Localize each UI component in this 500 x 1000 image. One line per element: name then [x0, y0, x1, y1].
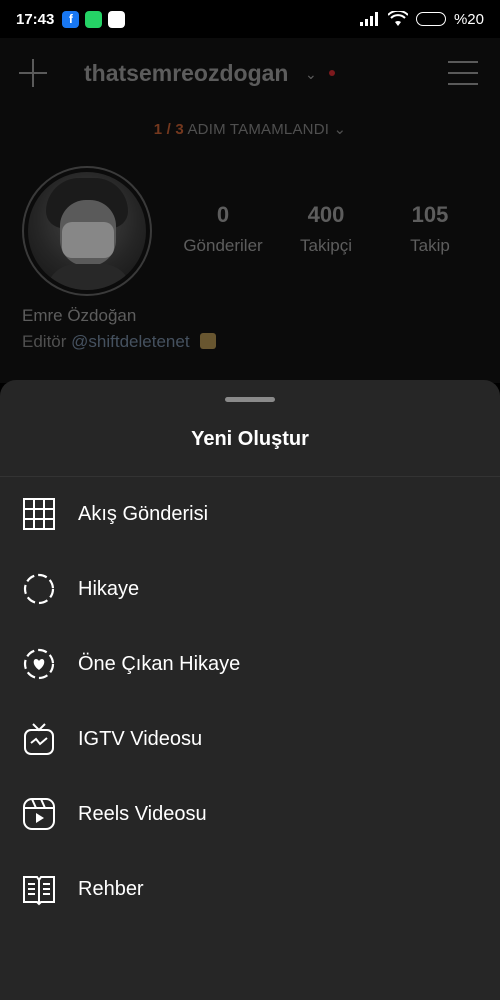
option-highlight[interactable]: Öne Çıkan Hikaye	[0, 634, 500, 694]
steps-label: ADIM TAMAMLANDI	[187, 121, 330, 138]
option-label: Hikaye	[78, 577, 140, 600]
battery-level: %20	[453, 10, 484, 28]
profile-bio: Editör @shiftdeletenet	[22, 332, 217, 352]
stat-posts-value: 0	[216, 202, 230, 227]
avatar-photo	[28, 172, 146, 290]
stat-followers-value: 400	[307, 202, 345, 227]
steps-progress[interactable]: 1 / 3 ADIM TAMAMLANDI ⌄	[0, 120, 500, 138]
option-label: Akış Gönderisi	[78, 502, 209, 525]
hamburger-menu-icon[interactable]	[448, 60, 478, 86]
stat-followers[interactable]: 400 Takipçi	[271, 202, 381, 256]
profile-screen: thatsemreozdogan ⌄ 1 / 3 ADIM TAMAMLANDI…	[0, 38, 500, 383]
status-time: 17:43	[16, 10, 55, 28]
highlight-icon	[22, 647, 56, 681]
create-new-sheet: Yeni Oluştur Akış Gönderisi Hikaye Öne Ç…	[0, 380, 500, 1000]
option-label: Öne Çıkan Hikaye	[78, 652, 241, 675]
stat-followers-label: Takipçi	[300, 236, 352, 255]
wifi-icon	[387, 11, 408, 26]
option-label: Reels Videosu	[78, 802, 207, 825]
stat-posts[interactable]: 0 Gönderiler	[168, 202, 278, 256]
avatar[interactable]	[22, 166, 152, 296]
status-bar: 17:43 f %20	[0, 0, 500, 38]
technologist-emoji-icon	[200, 333, 217, 349]
chevron-down-icon: ⌄	[333, 121, 347, 138]
whatsapp-notification-icon	[85, 10, 103, 28]
guide-icon	[22, 872, 56, 906]
option-reels[interactable]: Reels Videosu	[0, 784, 500, 844]
bio-text: Editör	[22, 332, 67, 351]
stat-following-label: Takip	[410, 236, 450, 255]
app-notification-icon	[108, 10, 126, 28]
divider	[0, 476, 500, 477]
option-label: Rehber	[78, 877, 144, 900]
bio-handle-link[interactable]: @shiftdeletenet	[71, 332, 189, 351]
option-label: IGTV Videosu	[78, 727, 203, 750]
steps-count: 1 / 3	[153, 121, 184, 138]
option-guide[interactable]: Rehber	[0, 859, 500, 919]
stat-following-value: 105	[411, 202, 449, 227]
stat-posts-label: Gönderiler	[183, 236, 263, 255]
plus-icon[interactable]	[18, 58, 48, 88]
option-story[interactable]: Hikaye	[0, 559, 500, 619]
notification-dot	[329, 70, 335, 76]
sheet-title: Yeni Oluştur	[191, 428, 309, 450]
facebook-notification-icon: f	[62, 10, 80, 28]
battery-icon	[415, 12, 446, 26]
option-igtv[interactable]: IGTV Videosu	[0, 709, 500, 769]
grid-icon	[22, 497, 56, 531]
profile-full-name: Emre Özdoğan	[22, 306, 137, 325]
signal-icon	[359, 12, 378, 26]
igtv-icon	[22, 722, 56, 756]
profile-username[interactable]: thatsemreozdogan	[84, 60, 288, 87]
stat-following[interactable]: 105 Takip	[375, 202, 485, 256]
reels-icon	[22, 797, 56, 831]
top-bar: thatsemreozdogan ⌄	[0, 52, 500, 96]
story-icon	[22, 572, 56, 606]
sheet-drag-handle[interactable]	[225, 397, 275, 402]
chevron-down-icon[interactable]: ⌄	[305, 66, 317, 83]
option-feed-post[interactable]: Akış Gönderisi	[0, 484, 500, 544]
